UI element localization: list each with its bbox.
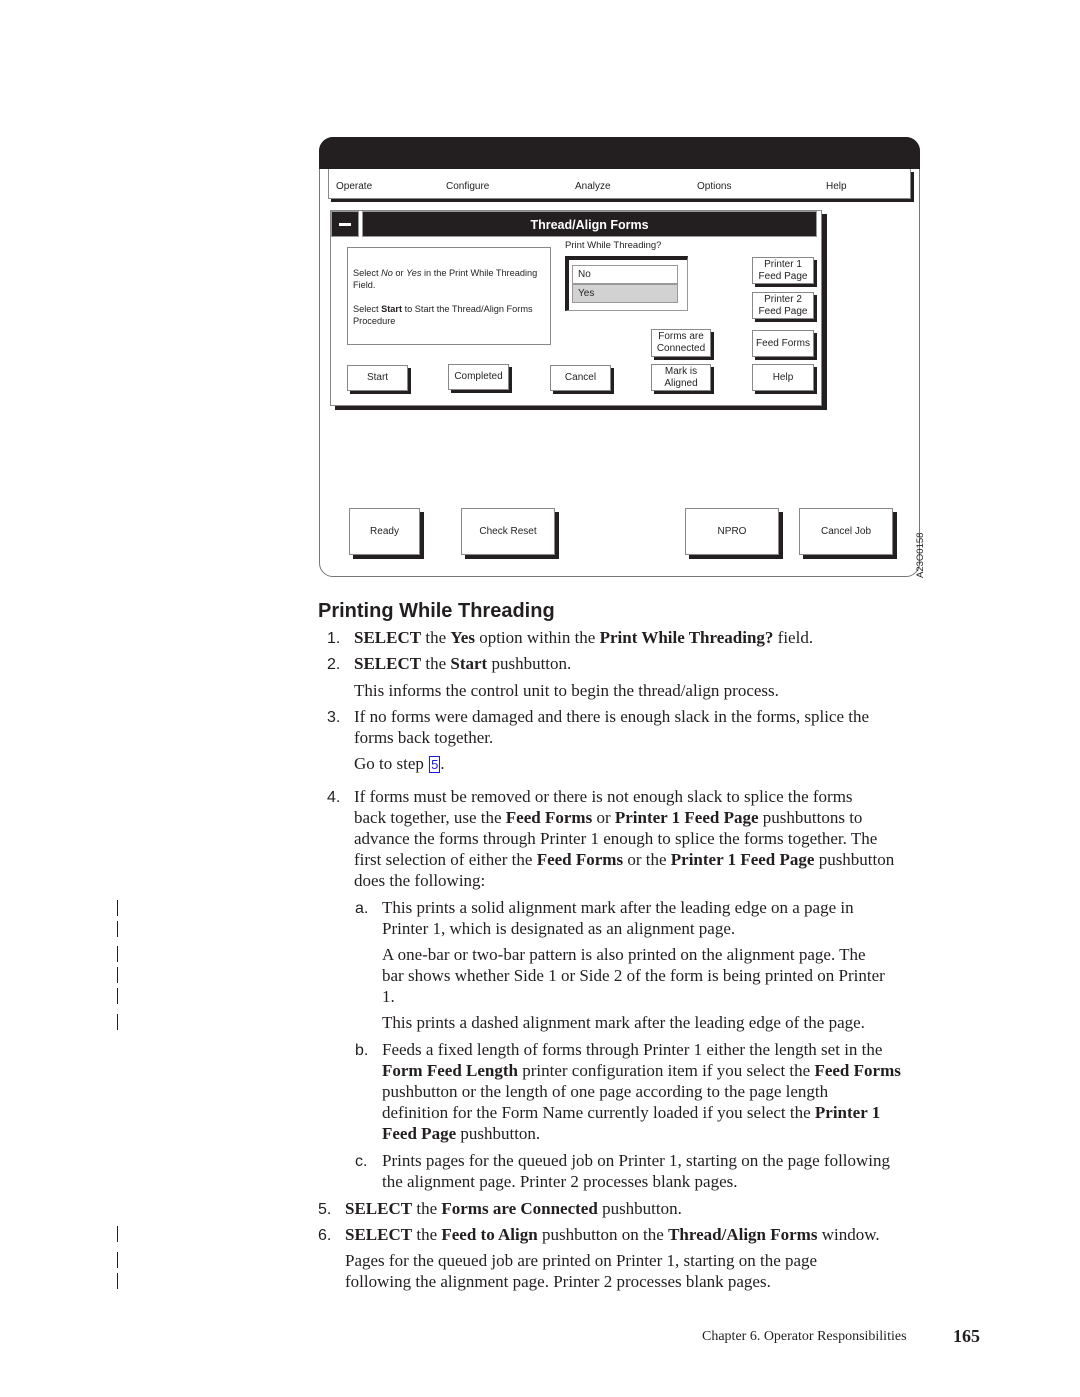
step-6: SELECT the Feed to Align pushbutton on t… [345,1225,880,1244]
section-heading: Printing While Threading [318,600,555,622]
substep-letter: b. [355,1042,369,1059]
step-4: If forms must be removed or there is not… [354,787,895,890]
step-6-note: Pages for the queued job are printed on … [345,1251,818,1291]
menu-options[interactable]: Options [697,181,731,192]
substep-4a: This prints a solid alignment mark after… [382,898,854,938]
cancel-button[interactable]: Cancel [550,365,611,391]
change-bar [117,946,118,962]
page-number: 165 [953,1326,980,1346]
change-bar [117,1226,118,1242]
substep-4b: Feeds a fixed length of forms through Pr… [382,1040,901,1143]
forms-are-connected-button[interactable]: Forms are Connected [651,329,711,357]
menu-analyze[interactable]: Analyze [575,181,611,192]
step-number: 2. [327,656,341,673]
option-yes-selected[interactable]: Yes [572,284,678,303]
step-3-goto: Go to step 5. [354,754,445,773]
step-1: SELECT the Yes option within the Print W… [354,628,814,647]
check-reset-button[interactable]: Check Reset [461,508,555,555]
change-bar [117,1014,118,1030]
substep-4c: Prints pages for the queued job on Print… [382,1151,891,1191]
instructions-box: Select No or Yes in the Print While Thre… [347,247,551,345]
change-bar [117,967,118,983]
figure-id: A23O0158 [915,532,926,578]
system-menu-button[interactable] [331,211,359,237]
menu-bar: Operate Configure Analyze Options Help [328,169,911,199]
step-number: 4. [327,789,341,806]
menu-configure[interactable]: Configure [446,181,489,192]
feed-forms-button[interactable]: Feed Forms [752,330,814,357]
step-5-link[interactable]: 5 [429,756,441,773]
step-2: SELECT the Start pushbutton. [354,654,572,673]
step-number: 1. [327,630,341,647]
instruction-2: Select Start to Start the Thread/Align F… [353,304,533,326]
substep-letter: c. [355,1153,368,1170]
printer2-feed-page-button[interactable]: Printer 2 Feed Page [752,292,814,319]
menu-operate[interactable]: Operate [336,181,372,192]
step-number: 5. [318,1201,332,1218]
change-bar [117,1252,118,1268]
instruction-1: Select No or Yes in the Print While Thre… [353,268,538,290]
substep-letter: a. [355,900,369,917]
dialog-title: Thread/Align Forms [362,211,817,237]
step-2-note: This informs the control unit to begin t… [354,681,779,700]
menu-help[interactable]: Help [826,181,847,192]
npro-button[interactable]: NPRO [685,508,779,555]
dialog-help-button[interactable]: Help [752,364,814,391]
substep-4a-para-3: This prints a dashed alignment mark afte… [382,1013,865,1032]
ready-button[interactable]: Ready [349,508,420,555]
change-bar [117,988,118,1004]
start-button[interactable]: Start [347,365,408,391]
step-number: 6. [318,1227,332,1244]
step-number: 3. [327,709,341,726]
printer1-feed-page-button[interactable]: Printer 1 Feed Page [752,257,814,284]
mark-is-aligned-button[interactable]: Mark is Aligned [651,364,711,391]
step-3: If no forms were damaged and there is en… [354,707,870,747]
change-bar [117,921,118,937]
chapter-title: Chapter 6. Operator Responsibilities [702,1329,907,1344]
completed-button[interactable]: Completed [448,364,509,390]
screen-title-bar [319,137,920,169]
change-bar [117,900,118,916]
substep-4a-para-2: A one-bar or two-bar pattern is also pri… [382,945,885,1006]
option-no[interactable]: No [572,265,678,284]
change-bar [117,1273,118,1289]
minus-icon [339,223,351,226]
step-5: SELECT the Forms are Connected pushbutto… [345,1199,682,1218]
cancel-job-button[interactable]: Cancel Job [799,508,893,555]
print-while-threading-label: Print While Threading? [565,240,662,251]
